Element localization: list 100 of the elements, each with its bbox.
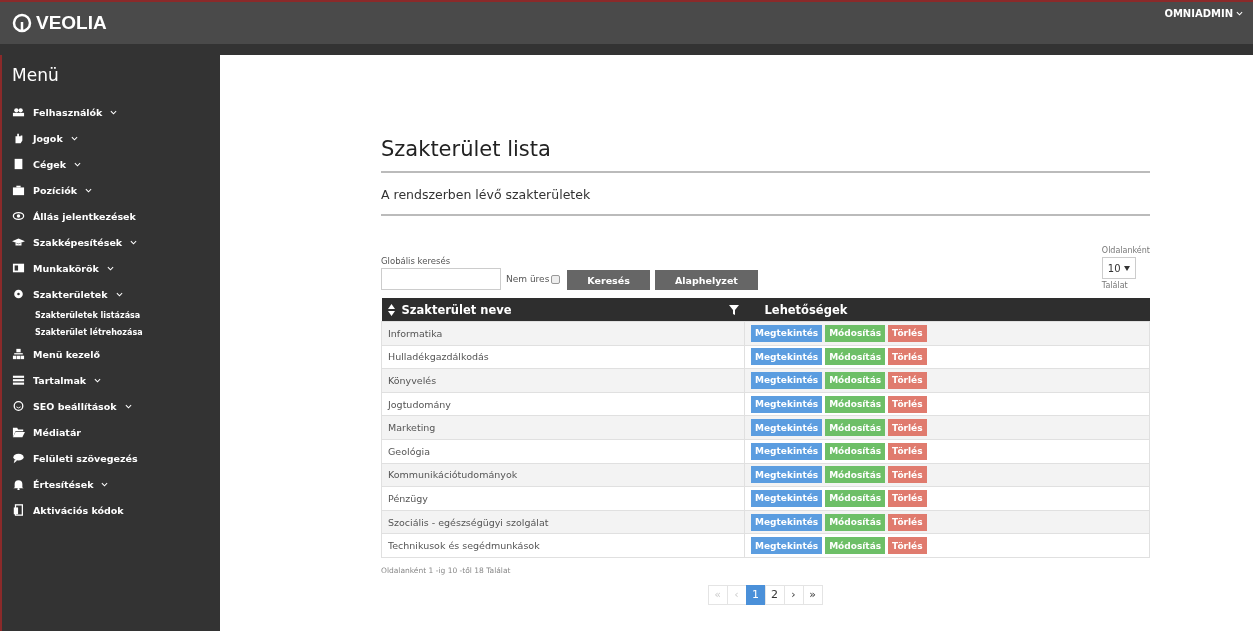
row-action-button[interactable]: Megtekintés <box>751 537 823 555</box>
row-action-button[interactable]: Módosítás <box>825 372 886 389</box>
table-cell: Pénzügy <box>381 486 745 511</box>
table-cell: Könyvelés <box>381 368 745 393</box>
row-action-button[interactable]: Megtekintés <box>751 442 823 460</box>
sidebar-item[interactable]: SEO beállítások <box>12 393 220 419</box>
cap-icon <box>12 236 25 248</box>
table-cell: Kommunikációtudományok <box>381 463 745 487</box>
row-action-button[interactable]: Módosítás <box>825 348 886 366</box>
chevron-down-icon <box>124 403 132 409</box>
row-action-button[interactable]: Törlés <box>888 372 927 389</box>
row-action-button[interactable]: Módosítás <box>825 466 886 484</box>
table-cell: Jogtudomány <box>381 392 745 416</box>
row-action-button[interactable]: Törlés <box>888 324 927 342</box>
checkbox-label: Nem üres <box>506 274 550 284</box>
row-action-button[interactable]: Módosítás <box>825 419 886 437</box>
sidebar-item[interactable]: Médiatár <box>12 419 220 445</box>
row-action-button[interactable]: Megtekintés <box>751 324 823 342</box>
chevron-down-icon <box>106 265 114 271</box>
sidebar-item[interactable]: Értesítések <box>12 471 220 497</box>
row-action-button[interactable]: Törlés <box>888 466 927 484</box>
building-icon <box>12 158 25 170</box>
table-cell: Hulladékgazdálkodás <box>381 345 745 369</box>
chevron-down-icon <box>85 187 92 193</box>
row-action-button[interactable]: Módosítás <box>825 442 886 460</box>
table-cell: Geológia <box>381 439 745 464</box>
sidebar-item[interactable]: Felhasználók <box>12 99 220 125</box>
sidebar-item[interactable]: Állás jelentkezések <box>12 203 220 229</box>
action-button[interactable]: Alaphelyzet <box>654 270 758 290</box>
chevron-down-icon <box>101 481 109 487</box>
sitemap-icon <box>12 348 25 360</box>
row-action-button[interactable]: Törlés <box>888 489 927 507</box>
row-action-button[interactable]: Törlés <box>888 442 927 460</box>
sidebar-item[interactable]: Aktivációs kódok <box>12 497 220 523</box>
row-action-button[interactable]: Megtekintés <box>751 466 823 484</box>
page-button[interactable]: » <box>802 584 823 605</box>
table-cell: Szociális - egészségügyi szolgálat <box>381 510 745 534</box>
row-action-button[interactable]: Megtekintés <box>751 489 823 507</box>
page-button[interactable]: › <box>783 584 804 605</box>
briefcase-icon <box>12 184 25 196</box>
chevron-down-icon <box>70 135 78 141</box>
search-field[interactable] <box>381 268 501 290</box>
chevron-down-icon <box>115 291 123 297</box>
door-icon <box>12 504 25 516</box>
row-action-button[interactable]: Módosítás <box>825 395 886 413</box>
sidebar-item[interactable]: Pozíciók <box>12 177 220 203</box>
row-action-button[interactable]: Módosítás <box>825 324 886 342</box>
sort-icon <box>387 303 395 316</box>
chat-icon <box>12 452 25 464</box>
row-action-button[interactable]: Megtekintés <box>751 513 823 531</box>
smiley-icon <box>12 400 25 412</box>
row-action-button[interactable]: Megtekintés <box>751 372 823 389</box>
bell-icon <box>12 478 25 490</box>
logo-icon <box>12 13 32 33</box>
table-cell: Technikusok és segédmunkások <box>381 533 745 558</box>
row-action-button[interactable]: Módosítás <box>825 489 886 507</box>
row-action-button[interactable]: Módosítás <box>825 513 886 531</box>
card-icon <box>12 262 25 274</box>
sidebar-item[interactable]: Munkakörök <box>12 255 220 281</box>
folder-icon <box>12 426 25 438</box>
column-header: Lehetőségek <box>744 298 1150 322</box>
row-action-button[interactable]: Törlés <box>888 537 927 555</box>
sidebar-item[interactable]: Menü kezelő <box>12 341 220 367</box>
user-menu[interactable]: OMNIADMIN <box>1164 8 1243 19</box>
row-action-button[interactable]: Törlés <box>888 513 927 531</box>
chevron-down-icon <box>110 109 118 115</box>
list-icon <box>12 374 25 386</box>
checkbox[interactable] <box>551 274 561 284</box>
row-action-button[interactable]: Törlés <box>888 395 927 413</box>
action-button[interactable]: Keresés <box>567 270 650 290</box>
row-action-button[interactable]: Megtekintés <box>751 348 823 366</box>
sidebar-item[interactable]: Tartalmak <box>12 367 220 393</box>
column-header[interactable]: Szakterület neve <box>381 298 745 322</box>
sidebar-item[interactable]: Cégek <box>12 151 220 177</box>
row-action-button[interactable]: Módosítás <box>825 537 886 555</box>
filter-icon <box>728 304 739 315</box>
row-action-button[interactable]: Törlés <box>888 348 927 366</box>
chevron-down-icon <box>94 377 102 383</box>
chevron-down-icon <box>1236 11 1243 16</box>
people-icon <box>12 106 25 118</box>
page-size-label: Oldalanként <box>1101 246 1150 255</box>
chevron-down-icon <box>130 239 138 245</box>
disc-icon <box>12 288 25 300</box>
row-action-button[interactable]: Megtekintés <box>751 395 823 413</box>
page-button[interactable]: 2 <box>764 584 785 605</box>
page-subtitle: A rendszerben lévő szakterületek <box>381 173 1150 216</box>
sidebar-item[interactable]: Szakképesítések <box>12 229 220 255</box>
sidebar-item[interactable]: Jogok <box>12 125 220 151</box>
sidebar-subitem[interactable]: Szakterület létrehozása <box>12 324 220 341</box>
logo-text: VEOLIA <box>36 12 107 34</box>
page-button[interactable]: 1 <box>745 584 766 605</box>
page-size-select[interactable]: 10 <box>1101 257 1136 279</box>
chevron-down-icon <box>74 161 81 167</box>
table-cell: Marketing <box>381 415 745 440</box>
sidebar-subitem[interactable]: Szakterületek listázása <box>12 307 220 324</box>
search-label: Globális keresés <box>381 256 452 266</box>
sidebar-item[interactable]: Felületi szövegezés <box>12 445 220 471</box>
row-action-button[interactable]: Megtekintés <box>751 419 823 437</box>
sidebar-item[interactable]: Szakterületek <box>12 281 220 307</box>
row-action-button[interactable]: Törlés <box>888 419 927 437</box>
